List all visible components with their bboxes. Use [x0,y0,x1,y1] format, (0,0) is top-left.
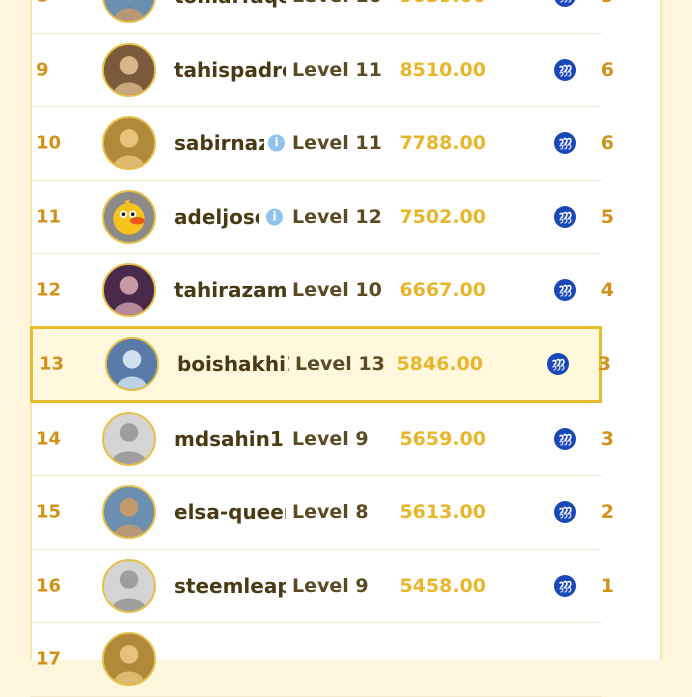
steem-icon [554,427,576,450]
rank-number: 11 [36,206,62,228]
leaderboard-row[interactable]: 14 mdsahin111 Level 9 5659.00 3 [30,403,614,476]
leaderboard-row[interactable]: 17 [30,623,602,697]
steem-icon [547,353,569,375]
points-value: 7788.00 [399,132,486,155]
username[interactable]: sabirnaz [174,131,264,155]
avatar[interactable] [102,263,156,318]
points-value: 8510.00 [399,58,486,81]
rank-number: 15 [36,501,62,523]
username[interactable]: adeljose [174,205,259,229]
avatar[interactable] [102,485,156,540]
post-count: 4 [600,279,614,302]
rank-number: 17 [36,648,62,670]
leaderboard-table: 8 tomarfaqe Level 10 9659.00 9 9 tahispadro Lev… [30,0,614,697]
leaderboard-row[interactable]: 15 elsa-queen Level 8 5613.00 2 [30,476,614,550]
points-value: 9659.00 [399,0,486,7]
user-level: Level 11 [292,132,382,155]
username[interactable]: steemleap [174,574,286,598]
steem-icon [554,205,576,228]
steem-icon [554,501,576,524]
steem-icon [554,279,576,302]
avatar[interactable] [102,42,156,97]
points-value: 5458.00 [399,574,486,597]
avatar[interactable] [102,116,156,171]
steem-icon [554,574,576,597]
username[interactable]: tomarfaqe [174,0,286,8]
avatar[interactable] [102,411,156,466]
leaderboard-row[interactable]: 16 steemleap Level 9 5458.00 1 [30,550,614,623]
rank-number: 13 [39,353,65,375]
post-count: 6 [600,58,614,81]
rank-number: 10 [36,132,62,154]
user-level: Level 9 [292,574,369,597]
steem-icon [554,0,576,8]
points-value: 5659.00 [399,427,486,450]
leaderboard-row[interactable]: 8 tomarfaqe Level 10 9659.00 9 [30,0,614,34]
points-value: 7502.00 [399,205,486,228]
avatar[interactable] [105,337,159,391]
leaderboard-row[interactable]: 13 boishakhi12 Level 13 5846.00 3 [30,325,611,403]
post-count: 3 [597,353,611,375]
rank-number: 14 [36,428,62,450]
avatar[interactable] [102,0,156,24]
post-count: 6 [600,132,614,155]
avatar[interactable] [102,632,156,687]
rank-number: 9 [36,59,49,81]
avatar[interactable] [102,189,156,244]
steem-icon [554,58,576,81]
leaderboard-row[interactable]: 11 adeljose i Level 12 7502.00 5 [30,181,614,254]
username[interactable]: tahispadro [174,58,286,82]
post-count: 1 [600,574,614,597]
username[interactable]: tahirazam [174,278,286,302]
user-level: Level 8 [292,501,369,524]
rank-number: 8 [36,0,49,7]
leaderboard-row[interactable]: 12 tahirazam Level 10 6667.00 4 [30,254,614,328]
points-value: 5613.00 [399,501,486,524]
username[interactable]: elsa-queen [174,500,286,524]
user-level: Level 9 [292,427,369,450]
info-icon[interactable]: i [268,134,285,152]
post-count: 5 [600,205,614,228]
steem-icon [554,132,576,155]
username[interactable]: mdsahin111 [174,427,286,451]
avatar[interactable] [102,558,156,613]
leaderboard-row[interactable]: 9 tahispadro Level 11 8510.00 6 [30,34,614,107]
user-level: Level 13 [295,353,385,375]
rank-number: 16 [36,575,62,597]
points-value: 6667.00 [399,279,486,302]
rank-number: 12 [36,279,62,301]
post-count: 9 [601,0,614,7]
post-count: 2 [600,501,614,524]
user-level: Level 11 [292,58,382,81]
leaderboard-row[interactable]: 10 sabirnaz i Level 11 7788.00 6 [30,107,614,181]
user-level: Level 10 [292,279,382,302]
username[interactable]: boishakhi12 [177,352,289,376]
points-value: 5846.00 [396,353,483,375]
user-level: Level 12 [292,205,382,228]
post-count: 3 [600,427,614,450]
user-level: Level 10 [292,0,382,7]
info-icon[interactable]: i [266,208,283,226]
